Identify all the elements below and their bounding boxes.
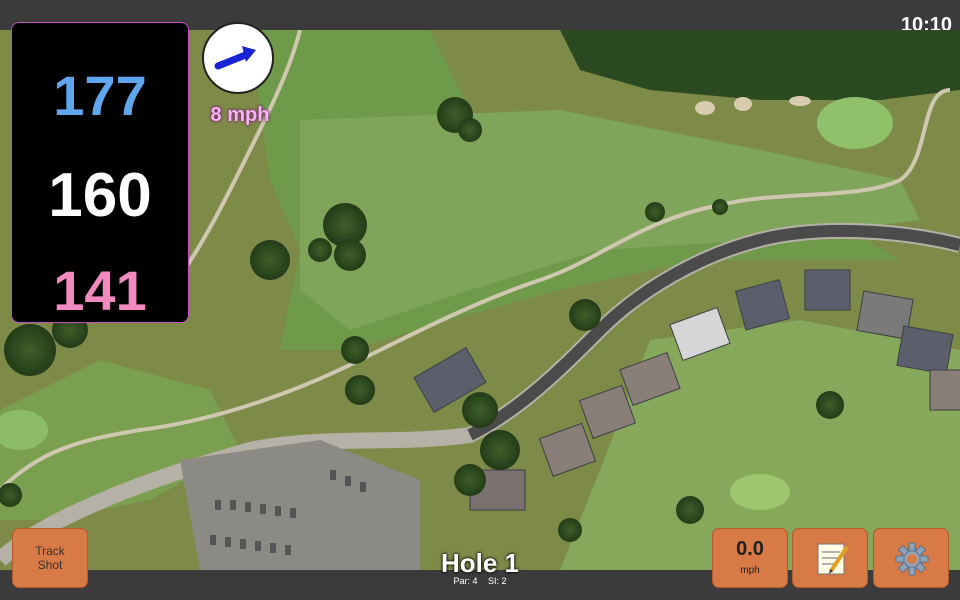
track-shot-button[interactable]: Track Shot <box>12 528 88 588</box>
hole-si: SI: 2 <box>488 576 507 586</box>
gear-icon <box>895 542 929 576</box>
distance-back-value: 177 <box>53 64 147 127</box>
wind-arrow-icon <box>214 46 256 70</box>
notepad-icon <box>817 543 849 575</box>
speed-value: 0.0 <box>736 538 764 560</box>
track-shot-label-line1: Track <box>35 544 65 558</box>
hole-info: Par: 4 SI: 2 <box>400 576 560 586</box>
hole-title: Hole 1 <box>440 548 520 578</box>
distance-front-value: 141 <box>53 259 147 322</box>
wind-speed-label: 8 mph <box>210 104 270 126</box>
speed-unit: mph <box>740 565 760 576</box>
distance-panel: 177 160 141 <box>11 22 189 323</box>
notes-button[interactable] <box>792 528 868 588</box>
track-shot-label-line2: Shot <box>37 558 63 572</box>
hole-par: Par: 4 <box>453 576 478 586</box>
speed-button[interactable]: 0.0 mph <box>712 528 788 588</box>
settings-button[interactable] <box>873 528 949 588</box>
wind-indicator <box>202 22 274 94</box>
distance-middle-value: 160 <box>48 161 152 230</box>
